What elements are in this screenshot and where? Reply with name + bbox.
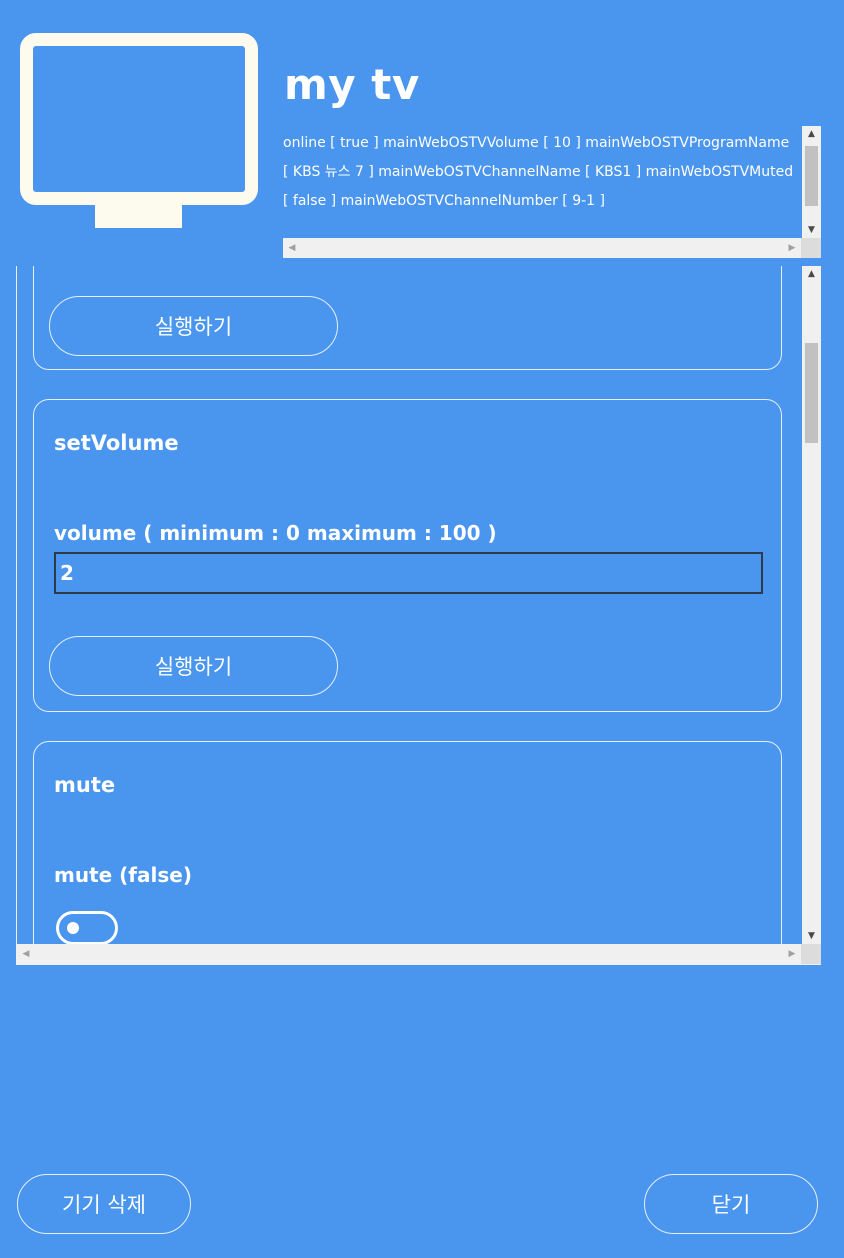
mute-toggle[interactable] (56, 911, 118, 944)
scroll-down-arrow-icon[interactable]: ▼ (802, 222, 821, 238)
scroll-right-arrow-icon[interactable]: ▶ (783, 944, 801, 964)
scroll-thumb[interactable] (805, 146, 818, 206)
function-list-content: 실행하기 setVolume volume ( minimum : 0 maxi… (17, 266, 802, 944)
run-button[interactable]: 실행하기 (49, 296, 338, 356)
function-list[interactable]: 실행하기 setVolume volume ( minimum : 0 maxi… (16, 266, 821, 965)
volume-input[interactable] (54, 552, 763, 594)
function-title: setVolume (54, 431, 179, 455)
scroll-corner (801, 944, 821, 964)
function-card-prev: 실행하기 (33, 266, 782, 370)
param-label: volume ( minimum : 0 maximum : 100 ) (54, 521, 497, 545)
scroll-right-arrow-icon[interactable]: ▶ (783, 238, 801, 258)
delete-device-button[interactable]: 기기 삭제 (17, 1174, 191, 1234)
function-card-setvolume: setVolume volume ( minimum : 0 maximum :… (33, 399, 782, 712)
scroll-thumb[interactable] (805, 343, 818, 443)
status-text: online [ true ] mainWebOSTVVolume [ 10 ]… (283, 135, 794, 209)
scroll-left-arrow-icon[interactable]: ◀ (283, 238, 301, 258)
function-card-mute: mute mute (false) (33, 741, 782, 944)
device-name: my tv (284, 60, 420, 109)
close-button[interactable]: 닫기 (644, 1174, 818, 1234)
status-vertical-scrollbar[interactable]: ▲ ▼ (802, 126, 821, 238)
toggle-knob (67, 922, 79, 934)
scroll-down-arrow-icon[interactable]: ▼ (802, 928, 821, 944)
function-title: mute (54, 773, 116, 797)
function-horizontal-scrollbar[interactable]: ◀ ▶ (17, 944, 821, 965)
run-button[interactable]: 실행하기 (49, 636, 338, 696)
tv-screen (20, 33, 258, 205)
scroll-left-arrow-icon[interactable]: ◀ (17, 944, 35, 964)
scroll-corner (801, 238, 821, 258)
scroll-up-arrow-icon[interactable]: ▲ (802, 126, 821, 142)
scroll-up-arrow-icon[interactable]: ▲ (802, 266, 821, 282)
function-vertical-scrollbar[interactable]: ▲ ▼ (802, 266, 821, 944)
param-label: mute (false) (54, 863, 192, 887)
status-horizontal-scrollbar[interactable]: ◀ ▶ (283, 238, 821, 258)
tv-stand (95, 203, 182, 228)
tv-icon (20, 33, 258, 228)
status-box[interactable]: online [ true ] mainWebOSTVVolume [ 10 ]… (283, 126, 821, 258)
